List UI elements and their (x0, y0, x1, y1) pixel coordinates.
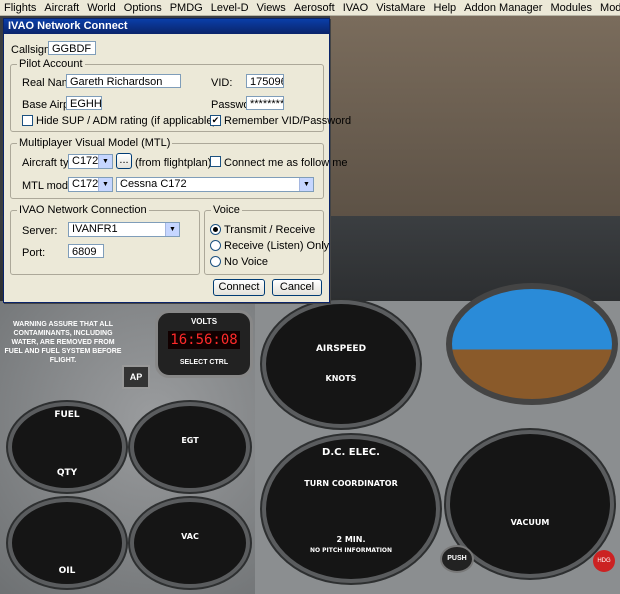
mtl-code-select[interactable]: C172 ▼ (68, 177, 113, 192)
no-pitch-label: NO PITCH INFORMATION (309, 547, 393, 554)
server-select[interactable]: IVANFR1 ▼ (68, 222, 180, 237)
qty-label: QTY (56, 468, 78, 478)
vac-label: VAC (181, 532, 199, 541)
hide-sup-checkbox[interactable] (22, 115, 33, 126)
menu-item-9[interactable]: VistaMare (372, 2, 429, 14)
clock-buttons: SELECT CTRL (179, 359, 229, 366)
network-legend: IVAO Network Connection (17, 204, 149, 216)
autopilot-button[interactable]: AP (122, 365, 150, 389)
menu-item-12[interactable]: Modules (546, 2, 596, 14)
egt-fuel-flow-gauge: EGT (130, 402, 250, 492)
airspeed-indicator: AIRSPEED KNOTS (262, 300, 420, 428)
attitude-indicator (446, 283, 618, 405)
chevron-down-icon: ▼ (98, 155, 112, 168)
menu-item-3[interactable]: Options (120, 2, 166, 14)
from-flightplan-label: (from flightplan) (135, 157, 212, 169)
remember-label: Remember VID/Password (224, 115, 352, 127)
hdg-knob[interactable]: HDG (593, 550, 615, 572)
knots-label: KNOTS (325, 374, 357, 383)
menu-item-11[interactable]: Addon Manager (460, 2, 546, 14)
menu-item-10[interactable]: Help (430, 2, 461, 14)
mtl-model-value: Cessna C172 (120, 178, 187, 190)
aircraft-type-select[interactable]: C172 ▼ (68, 154, 113, 169)
port-input[interactable]: 6809 (68, 244, 104, 258)
ivao-connect-dialog: IVAO Network Connect Callsign: GGBDF Pil… (3, 18, 351, 303)
chevron-down-icon: ▼ (98, 178, 112, 191)
chevron-down-icon: ▼ (165, 223, 179, 236)
voice-legend: Voice (211, 204, 242, 216)
clock-time: 16:56:08 (168, 331, 240, 349)
airspeed-label: AIRSPEED (315, 344, 367, 354)
two-min-label: 2 MIN. (336, 535, 366, 544)
voice-transmit-radio[interactable] (210, 224, 221, 235)
vid-input[interactable]: 175096 (246, 74, 284, 88)
menu-item-5[interactable]: Level-D (207, 2, 253, 14)
remember-checkbox[interactable]: ✔ (210, 115, 221, 126)
vid-label: VID: (211, 77, 233, 89)
voice-transmit-label: Transmit / Receive (224, 224, 316, 236)
network-group: IVAO Network Connection (10, 204, 200, 275)
voice-receive-radio[interactable] (210, 240, 221, 251)
fuel-label: FUEL (54, 410, 80, 420)
push-button[interactable]: PUSH (440, 545, 474, 573)
server-label: Server: (22, 225, 58, 237)
dc-elec-label: D.C. ELEC. (322, 447, 380, 458)
hangar-wall (330, 16, 620, 216)
browse-aircraft-button[interactable]: ... (116, 153, 132, 169)
turn-coordinator: D.C. ELEC. TURN COORDINATOR 2 MIN. NO PI… (262, 435, 440, 583)
fuel-gauge: FUEL QTY (8, 402, 126, 492)
mtl-legend: Multiplayer Visual Model (MTL) (17, 137, 173, 149)
menu-bar: Flights Aircraft World Options PMDG Level-D Vi… (0, 0, 620, 16)
server-value: IVANFR1 (72, 223, 118, 235)
hide-sup-label: Hide SUP / ADM rating (if applicable) (36, 115, 217, 127)
port-label: Port: (22, 247, 46, 259)
menu-item-7[interactable]: Aerosoft (290, 2, 339, 14)
pilot-account-legend: Pilot Account (17, 58, 85, 70)
menu-item-1[interactable]: Aircraft (40, 2, 83, 14)
digital-clock[interactable]: VOLTS 16:56:08 SELECT CTRL (155, 310, 253, 378)
menu-item-2[interactable]: World (83, 2, 120, 14)
mtl-code-value: C172 (72, 178, 99, 190)
menu-item-8[interactable]: IVAO (339, 2, 372, 14)
real-name-input[interactable]: Gareth Richardson (66, 74, 181, 88)
connect-button[interactable]: Connect (213, 279, 265, 296)
voice-none-label: No Voice (224, 256, 269, 268)
aircraft-type-value: C172 (72, 155, 99, 167)
voice-none-radio[interactable] (210, 256, 221, 267)
egt-label: EGT (181, 436, 199, 445)
cancel-button[interactable]: Cancel (272, 279, 322, 296)
follow-me-checkbox[interactable] (210, 156, 221, 167)
dialog-title: IVAO Network Connect (4, 19, 329, 34)
base-airport-input[interactable]: EGHH (66, 96, 102, 110)
vac-amp-gauge: VAC (130, 498, 250, 588)
callsign-label: Callsign: (11, 44, 54, 56)
voice-receive-label: Receive (Listen) Only (224, 240, 330, 252)
menu-item-0[interactable]: Flights (0, 2, 40, 14)
vacuum-label: VACUUM (510, 518, 550, 527)
oil-label: OIL (58, 566, 76, 576)
clock-title: VOLTS (190, 317, 218, 326)
fuel-warning-placard: WARNING ASSURE THAT ALL CONTAMINANTS, IN… (4, 321, 122, 364)
turn-coordinator-label: TURN COORDINATOR (304, 479, 398, 488)
menu-item-13[interactable]: Modules (596, 2, 620, 14)
mtl-model-select[interactable]: Cessna C172 ▼ (116, 177, 314, 192)
password-input[interactable]: ******** (246, 96, 284, 110)
oil-gauge: OIL (8, 498, 126, 588)
follow-me-label: Connect me as follow me (224, 157, 348, 169)
menu-item-4[interactable]: PMDG (166, 2, 207, 14)
chevron-down-icon: ▼ (299, 178, 313, 191)
callsign-input[interactable]: GGBDF (48, 41, 96, 55)
menu-item-6[interactable]: Views (253, 2, 290, 14)
